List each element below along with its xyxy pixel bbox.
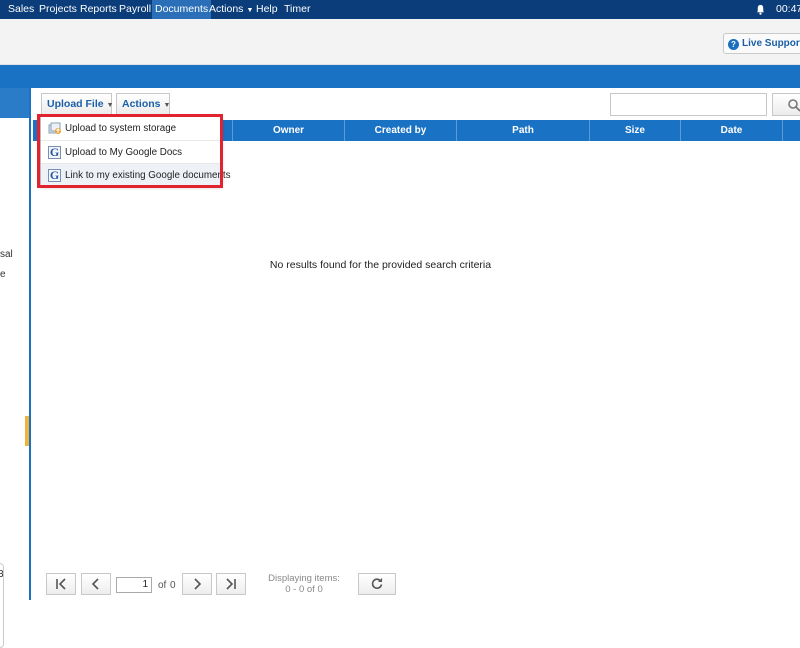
nav-help[interactable]: Help: [253, 0, 281, 19]
next-page-button[interactable]: [182, 573, 212, 595]
column-header-size[interactable]: Size: [590, 120, 681, 141]
nav-reports[interactable]: Reports: [77, 0, 120, 19]
last-page-icon: [226, 578, 236, 590]
nav-actions-label: Actions: [209, 3, 244, 15]
displaying-items-range: 0 - 0 of 0: [285, 584, 323, 595]
displaying-items-info: Displaying items: 0 - 0 of 0: [262, 573, 346, 595]
search-input[interactable]: [610, 93, 767, 116]
actions-label: Actions: [122, 98, 161, 110]
previous-page-button[interactable]: [81, 573, 111, 595]
refresh-icon: [371, 578, 383, 589]
section-bar: [0, 65, 800, 88]
nav-actions[interactable]: Actions ▼: [206, 0, 256, 19]
column-header-date[interactable]: Date: [681, 120, 783, 141]
sidebar-text-fragment: sal: [0, 249, 13, 260]
empty-results-message: No results found for the provided search…: [269, 259, 492, 271]
nav-sales[interactable]: Sales: [5, 0, 37, 19]
menu-item-link-google-documents[interactable]: G Link to my existing Google documents: [41, 163, 231, 186]
column-header-path[interactable]: Path: [457, 120, 590, 141]
menu-item-upload-system-storage[interactable]: Upload to system storage: [41, 117, 220, 140]
menu-item-label: Link to my existing Google documents: [65, 170, 231, 181]
last-page-button[interactable]: [216, 573, 246, 595]
chevron-down-icon: ▼: [163, 102, 171, 109]
google-docs-icon: G: [48, 145, 61, 159]
live-support-label: Live Support: [742, 38, 800, 49]
clock-display: 00:47: [776, 3, 800, 15]
search-icon: [788, 99, 800, 112]
chevron-down-icon: ▼: [106, 102, 114, 109]
first-page-button[interactable]: [46, 573, 76, 595]
nav-documents[interactable]: Documents: [152, 0, 212, 19]
pager-of-label: of: [158, 580, 167, 591]
menu-item-label: Upload to system storage: [65, 123, 177, 134]
nav-timer[interactable]: Timer: [281, 0, 313, 19]
storage-upload-icon: [48, 122, 61, 134]
bell-icon[interactable]: [755, 4, 766, 15]
actions-button[interactable]: Actions ▼: [116, 93, 170, 115]
sidebar-text-fragment: e: [0, 269, 6, 280]
sidebar-selected-item[interactable]: [0, 88, 29, 118]
menu-item-upload-google-docs[interactable]: G Upload to My Google Docs: [41, 140, 220, 163]
displaying-items-label: Displaying items:: [268, 573, 340, 584]
top-nav-bar: Sales Projects Reports Payroll Documents…: [0, 0, 800, 19]
column-header-created-by[interactable]: Created by: [345, 120, 457, 141]
help-icon: ?: [728, 39, 739, 50]
chevron-right-icon: [194, 578, 202, 590]
menu-item-label: Upload to My Google Docs: [65, 147, 183, 158]
nav-payroll[interactable]: Payroll: [116, 0, 154, 19]
upload-file-button[interactable]: Upload File ▼: [41, 93, 114, 115]
chevron-left-icon: [91, 578, 99, 590]
sidebar-text-fragment: 3: [0, 569, 4, 580]
search-button[interactable]: [772, 93, 800, 116]
nav-projects[interactable]: Projects: [36, 0, 80, 19]
page-header: [0, 19, 800, 65]
sidebar: : sal e 3: [0, 88, 31, 648]
sidebar-text-fragment: :: [0, 214, 1, 225]
google-docs-icon: G: [48, 168, 61, 182]
live-support-button[interactable]: ? Live Support: [723, 33, 800, 54]
upload-file-menu: Upload to system storage G Upload to My …: [40, 116, 231, 186]
sidebar-accent: [25, 416, 29, 446]
upload-file-label: Upload File: [47, 98, 104, 110]
page-number-input[interactable]: 1: [116, 577, 152, 593]
pager-total-pages: 0: [170, 580, 176, 591]
refresh-button[interactable]: [358, 573, 396, 595]
first-page-icon: [56, 578, 66, 590]
column-header-owner[interactable]: Owner: [233, 120, 345, 141]
